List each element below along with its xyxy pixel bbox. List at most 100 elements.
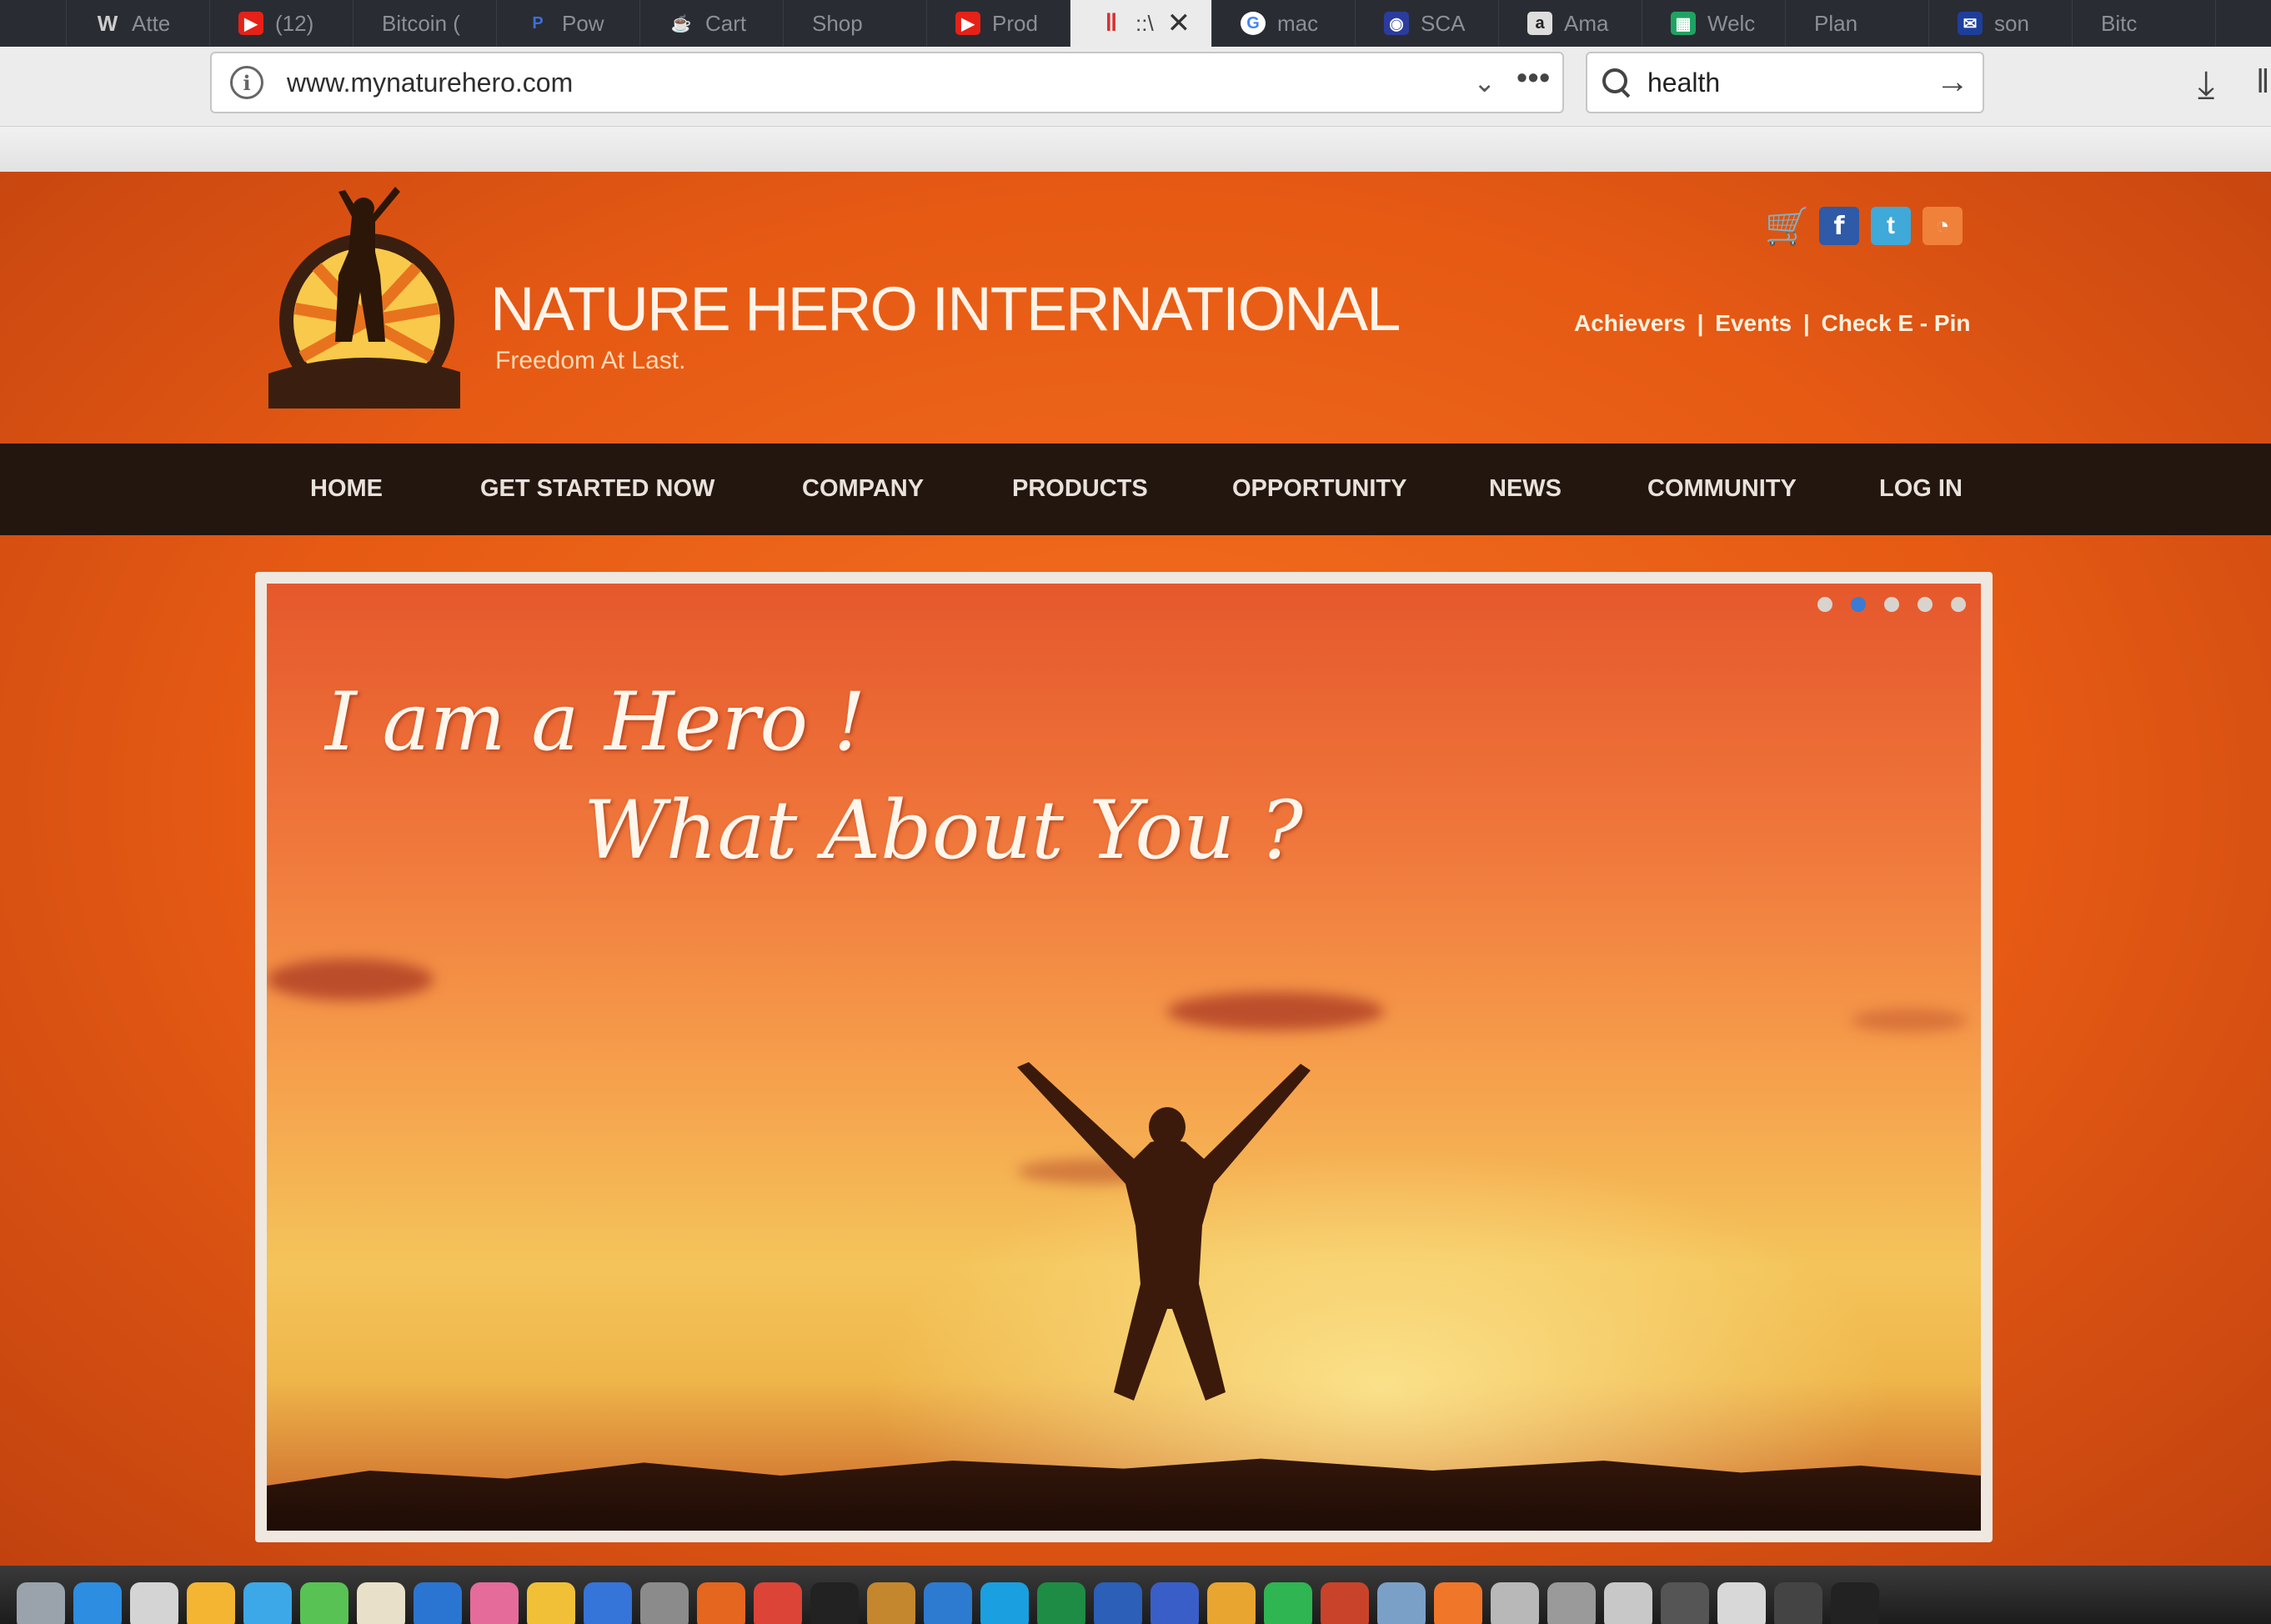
dock-app-icon[interactable] [300, 1582, 348, 1624]
dock-app-icon[interactable] [980, 1582, 1029, 1624]
nav-home[interactable]: HOME [310, 475, 383, 503]
hero-slider[interactable]: I am a Hero ! What About You ? [255, 572, 1993, 1542]
slider-dot-2[interactable] [1851, 597, 1866, 612]
tab-son[interactable]: ✉ son [1929, 0, 2073, 47]
chevron-down-icon[interactable]: ⌄ [1473, 67, 1496, 98]
download-icon[interactable]: ⤓ [2198, 62, 2214, 108]
dock-app-icon[interactable] [1604, 1582, 1652, 1624]
link-achievers[interactable]: Achievers [1574, 310, 1686, 336]
dock-app-icon[interactable] [1207, 1582, 1256, 1624]
slider-dot-1[interactable] [1817, 597, 1832, 612]
close-tab-icon[interactable]: ✕ [1167, 7, 1191, 40]
nav-products[interactable]: PRODUCTS [1012, 475, 1148, 503]
tab-pow[interactable]: P Pow [497, 0, 640, 47]
nav-get-started[interactable]: GET STARTED NOW [480, 475, 714, 503]
nav-opportunity[interactable]: OPPORTUNITY [1232, 475, 1406, 503]
dock-app-icon[interactable] [130, 1582, 178, 1624]
browser-tab-strip: W Atte ▶ (12) Bitcoin ( P Pow ☕ Cart Shop ▶ P… [0, 0, 2271, 47]
dock-app-icon[interactable] [17, 1582, 65, 1624]
slider-pagination [1817, 597, 1966, 612]
separator: | [1697, 310, 1704, 336]
nav-community[interactable]: COMMUNITY [1647, 475, 1797, 503]
tab-plan[interactable]: Plan [1786, 0, 1929, 47]
address-bar[interactable]: i www.mynaturehero.com ⌄ ••• [210, 52, 1564, 113]
more-icon[interactable]: ••• [1517, 60, 1551, 95]
nav-company[interactable]: COMPANY [802, 475, 924, 503]
dock-app-icon[interactable] [867, 1582, 915, 1624]
nav-news[interactable]: NEWS [1489, 475, 1562, 503]
hero-silhouette-image [1017, 1062, 1311, 1401]
dock-app-icon[interactable] [810, 1582, 859, 1624]
dock-app-icon[interactable] [470, 1582, 519, 1624]
page-top-strip [0, 127, 2271, 172]
search-box[interactable]: → [1586, 52, 1984, 113]
tab-shop[interactable]: Shop [784, 0, 927, 47]
dock-app-icon[interactable] [1661, 1582, 1709, 1624]
dock-app-icon[interactable] [243, 1582, 292, 1624]
dock-app-icon[interactable] [414, 1582, 462, 1624]
nature-hero-logo[interactable] [268, 175, 460, 409]
dock-app-icon[interactable] [584, 1582, 632, 1624]
tab-mac[interactable]: Gmac [1212, 0, 1356, 47]
tab-youtube-12[interactable]: ▶ (12) [210, 0, 353, 47]
dock-app-icon[interactable] [1264, 1582, 1312, 1624]
nav-login[interactable]: LOG IN [1879, 475, 1963, 503]
dock-app-icon[interactable] [640, 1582, 689, 1624]
shield-icon: ◉ [1384, 12, 1409, 35]
cart-icon[interactable]: 🛒 [1765, 206, 1811, 247]
dock-app-icon[interactable] [697, 1582, 745, 1624]
dock-app-icon[interactable] [73, 1582, 122, 1624]
slider-dot-4[interactable] [1918, 597, 1933, 612]
link-events[interactable]: Events [1715, 310, 1792, 336]
dock-app-icon[interactable] [754, 1582, 802, 1624]
dock-app-icon[interactable] [1831, 1582, 1879, 1624]
tab-pinned[interactable] [0, 0, 67, 47]
facebook-icon[interactable]: f [1819, 207, 1859, 245]
site-tagline: Freedom At Last. [495, 347, 686, 374]
dock-app-icon[interactable] [527, 1582, 575, 1624]
slider-headline-1: I am a Hero ! [325, 675, 866, 769]
dock-app-icon[interactable] [1151, 1582, 1199, 1624]
library-icon[interactable]: ‖ [2256, 63, 2270, 101]
dock-app-icon[interactable] [1094, 1582, 1142, 1624]
tab-label: Shop [812, 10, 863, 36]
twitter-icon[interactable]: t [1871, 207, 1911, 245]
tab-amazon[interactable]: a Ama [1499, 0, 1642, 47]
dock-app-icon[interactable] [1434, 1582, 1482, 1624]
site-title[interactable]: NATURE HERO INTERNATIONAL [490, 273, 1401, 344]
tab-welc[interactable]: ▦ Welc [1642, 0, 1786, 47]
tab-cart[interactable]: ☕ Cart [640, 0, 784, 47]
cloud [1851, 1009, 1968, 1032]
slider-dot-5[interactable] [1951, 597, 1966, 612]
tab-bitcoin[interactable]: Bitcoin ( [353, 0, 497, 47]
dock-app-icon[interactable] [1774, 1582, 1822, 1624]
dock-app-icon[interactable] [357, 1582, 405, 1624]
dock-app-icon[interactable] [1321, 1582, 1369, 1624]
top-links: Achievers | Events | Check E - Pin [1574, 310, 1970, 337]
dock-app-icon[interactable] [187, 1582, 235, 1624]
dock-app-icon[interactable] [1717, 1582, 1766, 1624]
search-input[interactable] [1647, 67, 1931, 98]
slider-dot-3[interactable] [1884, 597, 1899, 612]
info-icon[interactable]: i [230, 66, 263, 99]
tab-bitc[interactable]: Bitc [2073, 0, 2216, 47]
tab-label: Plan [1814, 10, 1858, 36]
rss-icon[interactable]: ◔ [1923, 207, 1963, 245]
dock-app-icon[interactable] [1377, 1582, 1426, 1624]
tab-label: ::\ [1136, 10, 1154, 36]
url-text[interactable]: www.mynaturehero.com [287, 68, 573, 98]
dock-app-icon[interactable] [1547, 1582, 1596, 1624]
dock-app-icon[interactable] [924, 1582, 972, 1624]
tab-label: son [1994, 10, 2029, 36]
tab-label: Cart [705, 10, 747, 36]
link-check-epin[interactable]: Check E - Pin [1822, 310, 1971, 336]
tab-prod[interactable]: ▶ Prod [927, 0, 1070, 47]
dock-app-icon[interactable] [1491, 1582, 1539, 1624]
dock-app-icon[interactable] [1037, 1582, 1085, 1624]
tab-active[interactable]: ‖::\ ✕ [1070, 0, 1212, 47]
arrow-right-icon[interactable]: → [1936, 63, 1969, 101]
tab-atte[interactable]: W Atte [67, 0, 210, 47]
pause-icon: ‖ [1105, 9, 1118, 37]
w-icon: W [97, 10, 118, 36]
tab-sca[interactable]: ◉ SCA [1356, 0, 1499, 47]
